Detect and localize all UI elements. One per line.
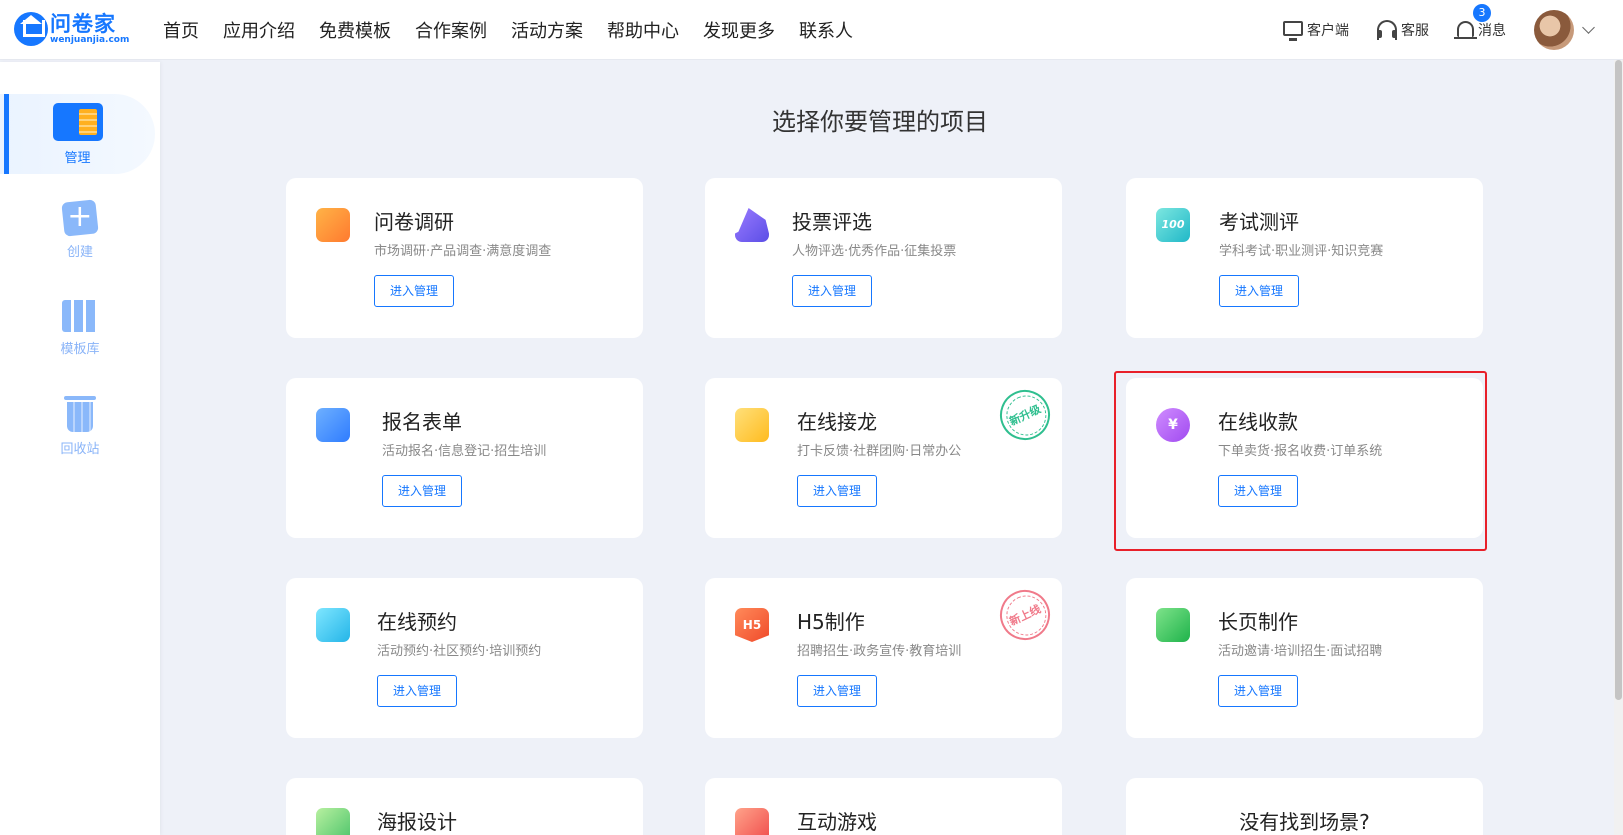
scroll-thumb[interactable] xyxy=(1615,60,1622,700)
nav-templates[interactable]: 免费模板 xyxy=(319,17,391,43)
template-icon xyxy=(62,299,98,332)
card-subtitle: 活动报名·信息登记·招生培训 xyxy=(382,444,547,459)
card-game[interactable]: 互动游戏 xyxy=(705,778,1062,835)
trash-icon xyxy=(64,395,96,432)
enter-manage-button[interactable]: 进入管理 xyxy=(797,675,877,707)
card-subtitle: 学科考试·职业测评·知识竞赛 xyxy=(1219,244,1384,259)
card-subtitle: 人物评选·优秀作品·征集投票 xyxy=(792,244,957,259)
logo-url: wenjuanjia.com xyxy=(50,35,130,45)
nav-help[interactable]: 帮助中心 xyxy=(607,17,679,43)
card-title: 问卷调研 xyxy=(374,210,454,234)
exam-icon: 100 xyxy=(1156,208,1190,242)
chevron-down-icon[interactable] xyxy=(1582,21,1595,34)
card-subtitle: 打卡反馈·社群团购·日常办公 xyxy=(797,444,962,459)
user-avatar[interactable] xyxy=(1534,10,1574,50)
form-icon xyxy=(316,408,350,442)
card-poster[interactable]: 海报设计 xyxy=(286,778,643,835)
highlight-box xyxy=(1114,371,1487,551)
card-chain[interactable]: 在线接龙 打卡反馈·社群团购·日常办公 进入管理 新升级 xyxy=(705,378,1062,538)
card-h5[interactable]: H5 H5制作 招聘招生·政务宣传·教育培训 进入管理 新上线 xyxy=(705,578,1062,738)
card-vote[interactable]: 投票评选 人物评选·优秀作品·征集投票 进入管理 xyxy=(705,178,1062,338)
create-icon xyxy=(61,198,99,237)
calendar-icon xyxy=(316,608,350,642)
enter-manage-button[interactable]: 进入管理 xyxy=(1218,675,1298,707)
message-button[interactable]: 3 消息 xyxy=(1454,4,1506,40)
sidebar-item-manage[interactable]: 管理 xyxy=(0,94,155,174)
vote-icon xyxy=(735,208,769,242)
not-found-title: 没有找到场景? xyxy=(1239,810,1370,834)
poster-icon xyxy=(316,808,350,835)
nav-home[interactable]: 首页 xyxy=(163,17,199,43)
sidebar-item-label: 回收站 xyxy=(60,441,100,457)
exam-icon-text: 100 xyxy=(1161,218,1185,231)
card-title: 长页制作 xyxy=(1218,610,1298,634)
card-title: 在线接龙 xyxy=(797,410,877,434)
card-subtitle: 招聘招生·政务宣传·教育培训 xyxy=(797,644,962,659)
card-subtitle: 活动预约·社区预约·培训预约 xyxy=(377,644,542,659)
sidebar-item-templates[interactable]: 模板库 xyxy=(0,288,160,368)
sidebar-item-label: 管理 xyxy=(64,150,91,166)
monitor-icon xyxy=(1283,20,1303,41)
enter-manage-button[interactable]: 进入管理 xyxy=(374,275,454,307)
house-logo-icon xyxy=(14,12,48,46)
h5-icon-text: H5 xyxy=(742,618,762,632)
nav-contacts[interactable]: 联系人 xyxy=(799,17,853,43)
nav-apps[interactable]: 应用介绍 xyxy=(223,17,295,43)
main-nav: 首页 应用介绍 免费模板 合作案例 活动方案 帮助中心 发现更多 联系人 xyxy=(163,0,877,60)
enter-manage-button[interactable]: 进入管理 xyxy=(382,475,462,507)
card-title: 在线预约 xyxy=(377,610,457,634)
enter-manage-button[interactable]: 进入管理 xyxy=(377,675,457,707)
message-badge: 3 xyxy=(1473,4,1491,22)
enter-manage-button[interactable]: 进入管理 xyxy=(792,275,872,307)
sidebar-item-label: 模板库 xyxy=(60,341,100,357)
new-launch-stamp: 新上线 xyxy=(991,581,1059,649)
scrollbar[interactable] xyxy=(1614,60,1623,835)
card-title: 海报设计 xyxy=(377,810,457,834)
nav-cases[interactable]: 合作案例 xyxy=(415,17,487,43)
card-subtitle: 市场调研·产品调查·满意度调查 xyxy=(374,244,552,259)
upgrade-stamp: 新升级 xyxy=(991,381,1059,449)
sidebar-item-create[interactable]: 创建 xyxy=(0,190,160,270)
enter-manage-button[interactable]: 进入管理 xyxy=(1219,275,1299,307)
client-button[interactable]: 客户端 xyxy=(1283,20,1349,41)
card-survey[interactable]: 问卷调研 市场调研·产品调查·满意度调查 进入管理 xyxy=(286,178,643,338)
logo-name: 问卷家 xyxy=(50,12,116,36)
gift-icon xyxy=(735,808,769,835)
card-longpage[interactable]: 长页制作 活动邀请·培训招生·面试招聘 进入管理 xyxy=(1126,578,1483,738)
card-booking[interactable]: 在线预约 活动预约·社区预约·培训预约 进入管理 xyxy=(286,578,643,738)
nav-discover[interactable]: 发现更多 xyxy=(703,17,775,43)
card-subtitle: 活动邀请·培训招生·面试招聘 xyxy=(1218,644,1383,659)
page-title: 选择你要管理的项目 xyxy=(772,108,988,136)
sidebar-item-label: 创建 xyxy=(66,244,93,260)
longpage-icon xyxy=(1156,608,1190,642)
headset-icon xyxy=(1377,20,1397,40)
card-title: 投票评选 xyxy=(792,210,872,234)
client-label: 客户端 xyxy=(1307,23,1349,39)
service-button[interactable]: 客服 xyxy=(1377,20,1429,40)
service-label: 客服 xyxy=(1401,23,1429,39)
not-found-card[interactable]: 没有找到场景? xyxy=(1126,778,1483,835)
logo[interactable]: 问卷家 wenjuanjia.com xyxy=(14,12,129,46)
card-form[interactable]: 报名表单 活动报名·信息登记·招生培训 进入管理 xyxy=(286,378,643,538)
top-header: 问卷家 wenjuanjia.com 首页 应用介绍 免费模板 合作案例 活动方… xyxy=(0,0,1623,60)
h5-icon: H5 xyxy=(735,608,769,642)
sidebar-item-trash[interactable]: 回收站 xyxy=(0,386,160,466)
card-title: H5制作 xyxy=(797,610,865,634)
sidebar: 管理 创建 模板库 回收站 xyxy=(0,62,160,835)
bell-icon xyxy=(1454,21,1477,39)
card-title: 互动游戏 xyxy=(797,810,877,834)
card-title: 考试测评 xyxy=(1219,210,1299,234)
card-exam[interactable]: 100 考试测评 学科考试·职业测评·知识竞赛 进入管理 xyxy=(1126,178,1483,338)
enter-manage-button[interactable]: 进入管理 xyxy=(797,475,877,507)
card-title: 报名表单 xyxy=(382,410,462,434)
chain-icon xyxy=(735,408,769,442)
manage-icon xyxy=(52,102,103,141)
nav-activities[interactable]: 活动方案 xyxy=(511,17,583,43)
message-label: 消息 xyxy=(1478,23,1506,39)
survey-icon xyxy=(316,208,350,242)
